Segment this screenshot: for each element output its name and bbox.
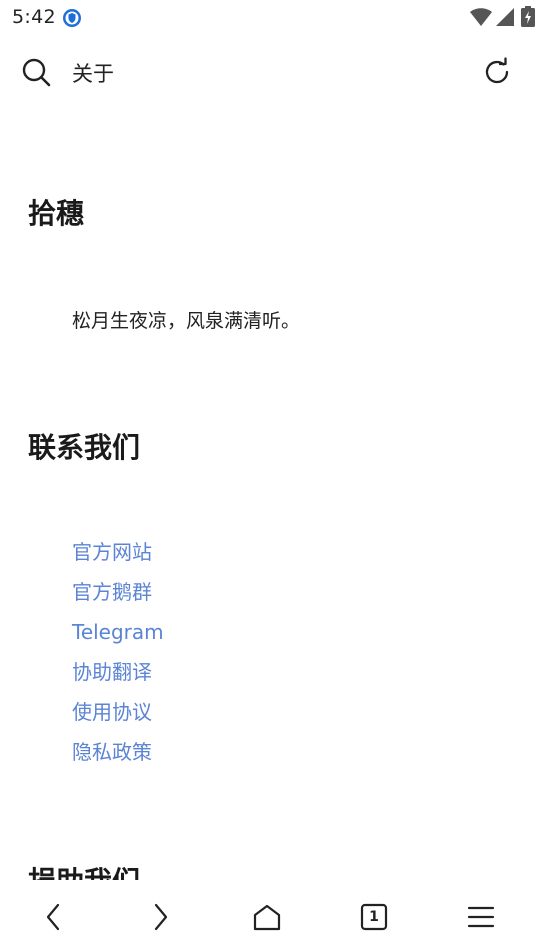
- back-icon[interactable]: [34, 897, 74, 937]
- page-content[interactable]: 拾穗 松月生夜凉，风泉满清听。 联系我们 官方网站 官方鹅群 Telegram …: [0, 100, 535, 880]
- donate-heading: 捐助我们: [28, 860, 140, 880]
- bottom-nav: 1: [0, 881, 535, 951]
- menu-icon[interactable]: [461, 897, 501, 937]
- signal-icon: [496, 8, 514, 26]
- about-heading: 拾穗: [28, 197, 85, 230]
- search-icon[interactable]: [20, 56, 52, 88]
- wifi-icon: [470, 8, 492, 26]
- link-official-website[interactable]: 官方网站: [72, 533, 164, 573]
- tabs-icon[interactable]: 1: [354, 897, 394, 937]
- contact-heading: 联系我们: [28, 431, 141, 464]
- about-text: 松月生夜凉，风泉满清听。: [72, 310, 301, 332]
- shield-app-icon: [62, 8, 82, 28]
- link-terms-of-use[interactable]: 使用协议: [72, 693, 164, 733]
- tab-count: 1: [369, 909, 379, 925]
- refresh-icon[interactable]: [481, 56, 513, 88]
- link-privacy-policy[interactable]: 隐私政策: [72, 733, 164, 773]
- link-telegram[interactable]: Telegram: [72, 613, 164, 653]
- link-official-group[interactable]: 官方鹅群: [72, 573, 164, 613]
- app-screen: 5:42 关于 拾穗 松月生夜凉，风泉满清听。 联系我们 官方网站 官方鹅群 T…: [0, 0, 535, 951]
- battery-charging-icon: [521, 6, 535, 27]
- forward-icon[interactable]: [140, 897, 180, 937]
- top-bar: 关于: [0, 44, 535, 100]
- status-time: 5:42: [12, 6, 56, 28]
- home-icon[interactable]: [247, 897, 287, 937]
- status-bar: 5:42: [0, 0, 535, 36]
- contact-links: 官方网站 官方鹅群 Telegram 协助翻译 使用协议 隐私政策: [72, 533, 164, 773]
- page-title: 关于: [72, 62, 114, 86]
- link-help-translate[interactable]: 协助翻译: [72, 653, 164, 693]
